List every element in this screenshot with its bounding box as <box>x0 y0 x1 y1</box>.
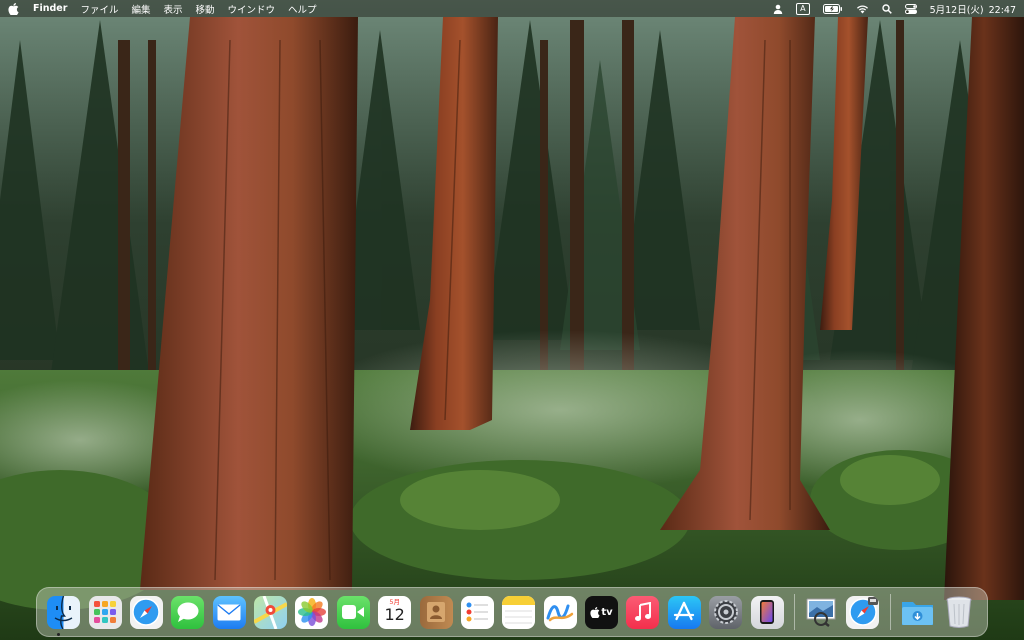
menu-help[interactable]: ヘルプ <box>288 2 317 16</box>
control-center-icon[interactable] <box>904 3 917 14</box>
menu-bar-clock[interactable]: 5月12日(火) 22:47 <box>930 2 1016 16</box>
trash-icon[interactable] <box>942 596 975 629</box>
finder-running-indicator <box>57 633 60 636</box>
freeform-icon[interactable] <box>543 595 577 629</box>
dock: 5月 12 tv <box>36 587 988 637</box>
clock-time: 22:47 <box>988 4 1016 16</box>
input-source-icon[interactable]: A <box>796 2 810 15</box>
menu-window[interactable]: ウインドウ <box>228 2 276 16</box>
wifi-icon[interactable] <box>856 4 869 14</box>
app-store-icon[interactable] <box>667 595 701 629</box>
apple-tv-label: tv <box>601 606 613 618</box>
calendar-icon[interactable]: 5月 12 <box>378 595 412 629</box>
preview-icon[interactable] <box>805 596 838 629</box>
desktop-wallpaper <box>0 0 1024 640</box>
facetime-icon[interactable] <box>336 595 370 629</box>
iphone-mirroring-icon[interactable] <box>750 595 784 629</box>
calendar-day: 12 <box>384 604 405 624</box>
safari-icon[interactable] <box>129 595 163 629</box>
menu-view[interactable]: 表示 <box>163 2 182 16</box>
apple-logo-icon[interactable] <box>8 2 19 15</box>
mail-icon[interactable] <box>212 595 246 629</box>
dock-separator <box>889 594 891 630</box>
launchpad-icon[interactable] <box>88 595 122 629</box>
apple-tv-icon[interactable]: tv <box>585 595 619 629</box>
battery-icon[interactable] <box>822 3 843 14</box>
notes-icon[interactable] <box>502 595 536 629</box>
finder-icon[interactable] <box>47 595 81 629</box>
menu-edit[interactable]: 編集 <box>131 2 150 16</box>
music-icon[interactable] <box>626 595 660 629</box>
menu-file[interactable]: ファイル <box>80 2 118 16</box>
downloads-folder-icon[interactable] <box>901 596 934 629</box>
maps-icon[interactable] <box>254 595 288 629</box>
system-settings-icon[interactable] <box>709 595 743 629</box>
dock-separator <box>793 594 795 630</box>
messages-icon[interactable] <box>171 595 205 629</box>
clock-date: 5月12日(火) <box>929 4 984 16</box>
spotlight-search-icon[interactable] <box>881 3 892 14</box>
contacts-icon[interactable] <box>419 595 453 629</box>
menu-app-finder[interactable]: Finder <box>33 3 67 14</box>
menu-bar: Finder ファイル 編集 表示 移動 ウインドウ ヘルプ A 5月12日(火… <box>0 0 1024 17</box>
reminders-icon[interactable] <box>460 595 494 629</box>
photos-icon[interactable] <box>295 595 329 629</box>
menu-go[interactable]: 移動 <box>195 2 214 16</box>
user-icon[interactable] <box>773 4 783 14</box>
safari-web-app-icon[interactable] <box>846 595 880 629</box>
